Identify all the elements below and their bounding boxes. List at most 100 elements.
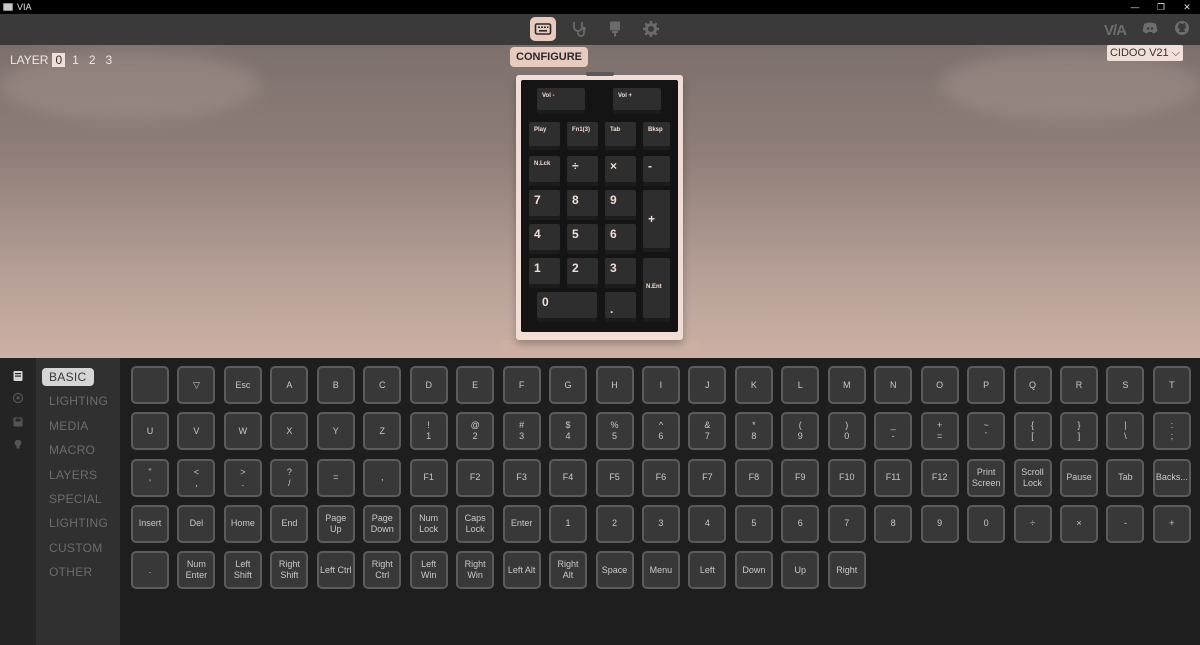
keycode-key[interactable]: ! 1 [409,412,448,451]
layer-option-0[interactable]: 0 [52,53,66,67]
keycode-key[interactable]: O [920,366,959,404]
keycode-key[interactable]: E [456,366,495,404]
via-logo[interactable]: V/A [1104,22,1127,39]
category-layers[interactable]: LAYERS [42,466,104,484]
keycodes-menu-item[interactable] [12,369,24,381]
key-divide[interactable]: ÷ [567,156,598,186]
key-3[interactable]: 3 [605,258,636,288]
keycode-key[interactable]: Space [595,551,634,589]
keycode-key[interactable]: Backs... [1152,458,1191,497]
keycode-key[interactable]: 9 [920,504,959,543]
keycode-key[interactable]: ) 0 [827,412,866,451]
keycode-key[interactable]: % 5 [595,412,634,451]
key-6[interactable]: 6 [605,224,636,254]
keycode-key[interactable]: Esc [223,366,262,404]
keycode-key[interactable]: Page Down [363,504,402,543]
keycode-key[interactable]: Del [177,504,216,543]
keycode-key[interactable]: # 3 [502,412,541,451]
category-other[interactable]: OTHER [42,563,100,581]
keycode-key[interactable]: + [1152,504,1191,543]
category-macro[interactable]: MACRO [42,441,102,459]
keycode-key[interactable]: Left Ctrl [316,551,355,589]
keycode-key[interactable]: Num Enter [177,551,216,589]
keycode-key[interactable]: S [1106,366,1145,404]
key-0[interactable]: 0 [537,292,597,322]
keycode-key[interactable]: Page Up [316,504,355,543]
key-2[interactable]: 2 [567,258,598,288]
keycode-key[interactable]: R [1060,366,1098,404]
keycode-key[interactable]: 5 [734,504,773,543]
keycode-key[interactable]: Left Win [409,551,448,589]
tips-menu-item[interactable] [12,437,24,449]
key-plus[interactable]: + [643,190,670,252]
keycode-key[interactable]: J [688,366,727,404]
lighting-menu-item[interactable] [12,391,24,404]
keycode-key[interactable]: M [827,366,866,404]
key-fn1[interactable]: Fn1(3) [567,122,598,150]
keycode-key[interactable]: × [1060,504,1098,543]
discord-link[interactable] [1142,20,1158,41]
key-numpad-enter[interactable]: N.Ent [643,258,670,322]
keycode-key[interactable]: Right Alt [549,551,588,589]
keycode-key[interactable]: F [502,366,541,404]
keycode-key[interactable]: K [734,366,773,404]
keycode-key[interactable]: F3 [502,458,541,497]
settings-tab[interactable] [638,17,664,41]
device-selector[interactable]: CIDOO V21 ⌵ [1107,45,1183,61]
layer-option-3[interactable]: 3 [103,53,116,67]
keycode-key[interactable]: 8 [874,504,913,543]
category-lighting[interactable]: LIGHTING [42,514,115,532]
keycode-key[interactable]: 4 [688,504,727,543]
keycode-key[interactable]: F11 [874,458,913,497]
keycode-key[interactable]: Y [316,412,355,451]
keycode-key[interactable]: Left [688,551,727,589]
keycode-key[interactable]: C [363,366,402,404]
keycode-key[interactable]: F7 [688,458,727,497]
keycode-key[interactable]: Tab [1106,458,1145,497]
keycode-key[interactable]: ÷ [1013,504,1052,543]
keycode-key[interactable]: N [874,366,913,404]
key-4[interactable]: 4 [529,224,560,254]
keycode-key[interactable]: . [131,551,169,589]
keycode-key[interactable]: Left Shift [223,551,262,589]
keycode-key[interactable]: ( 9 [781,412,820,451]
keycode-key[interactable]: : ; [1152,412,1191,451]
keycode-key[interactable]: Home [223,504,262,543]
save-load-menu-item[interactable] [12,415,24,427]
keycode-key[interactable]: Right Win [456,551,495,589]
keycode-key[interactable]: ^ 6 [641,412,680,451]
layer-option-1[interactable]: 1 [69,53,82,67]
keycode-key[interactable]: Caps Lock [456,504,495,543]
keycode-key[interactable]: W [223,412,262,451]
keycode-key[interactable]: F12 [920,458,959,497]
keycode-key[interactable]: _ - [874,412,913,451]
keycode-key[interactable]: F4 [549,458,588,497]
keycode-key[interactable]: Scroll Lock [1013,458,1052,497]
keycode-key[interactable]: Right Ctrl [363,551,402,589]
keycode-key[interactable] [131,366,169,404]
keycode-key[interactable]: Insert [131,504,169,543]
keycode-key[interactable]: L [781,366,820,404]
key-vol-down[interactable]: Vol - [537,88,585,114]
keycode-key[interactable]: Num Lock [409,504,448,543]
key-9[interactable]: 9 [605,190,636,220]
keycode-key[interactable]: F5 [595,458,634,497]
minimize-button[interactable]: — [1122,0,1148,14]
keycode-key[interactable]: ~ ` [967,412,1006,451]
keycode-key[interactable]: A [270,366,309,404]
github-link[interactable] [1174,20,1190,41]
keycode-key[interactable]: F1 [409,458,448,497]
keycode-key[interactable]: V [177,412,216,451]
key-5[interactable]: 5 [567,224,598,254]
keycode-key[interactable]: = [316,458,355,497]
keycode-key[interactable]: ? / [270,458,309,497]
key-decimal[interactable]: . [605,292,636,322]
design-tab[interactable] [602,17,628,41]
key-8[interactable]: 8 [567,190,598,220]
key-minus[interactable]: - [643,156,670,186]
keycode-key[interactable]: I [641,366,680,404]
keycode-key[interactable]: U [131,412,169,451]
category-special[interactable]: SPECIAL [42,490,109,508]
test-tab[interactable] [566,17,592,41]
keycode-key[interactable]: 3 [641,504,680,543]
